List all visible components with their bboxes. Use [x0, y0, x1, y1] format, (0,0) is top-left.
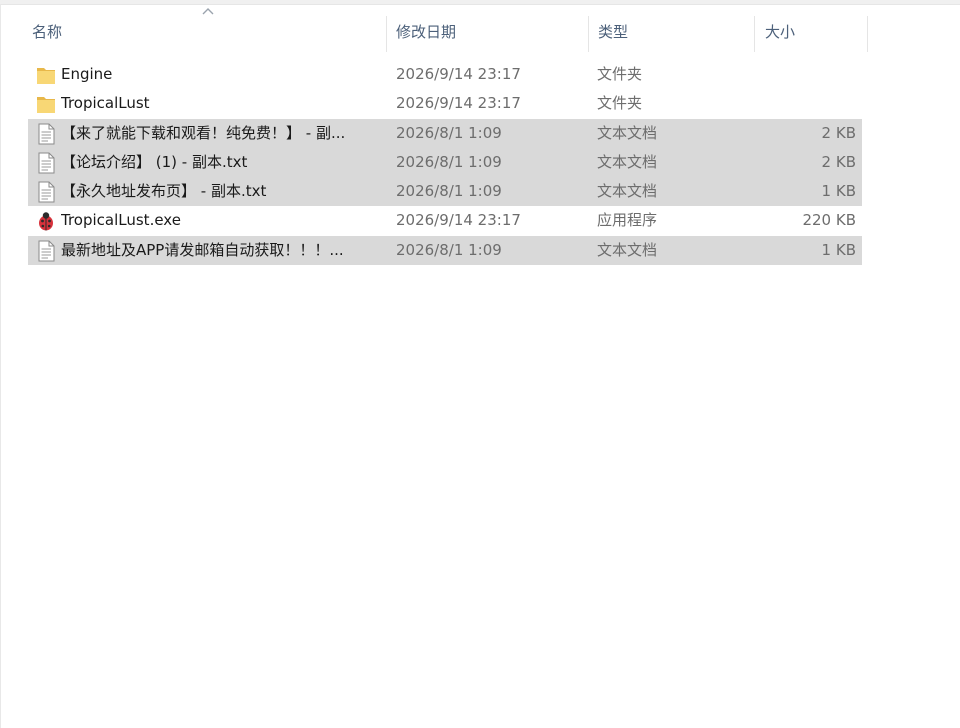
file-modified-date: 2026/8/1 1:09 — [396, 152, 502, 171]
file-type: 应用程序 — [597, 211, 658, 230]
file-name: 【来了就能下载和观看！纯免费！】 - 副... — [61, 123, 346, 142]
column-header-type[interactable]: 类型 — [590, 12, 754, 52]
file-size — [758, 60, 856, 89]
column-header-size-label: 大小 — [765, 23, 796, 41]
file-modified-date: 2026/9/14 23:17 — [396, 94, 521, 113]
ladybug-app-icon — [36, 210, 56, 232]
file-modified-date: 2026/8/1 1:09 — [396, 240, 502, 259]
file-size — [758, 89, 856, 118]
file-modified-date: 2026/9/14 23:17 — [396, 211, 521, 230]
file-row[interactable]: 【论坛介绍】 (1) - 副本.txt 2026/8/1 1:09 文本文档 2 KB — [28, 147, 862, 177]
file-explorer-window: 名称 修改日期 类型 大小 Engine 2026/9/14 23:17 文件夹 Tr… — [0, 0, 960, 728]
column-divider[interactable] — [754, 16, 755, 52]
column-header-date[interactable]: 修改日期 — [388, 12, 588, 52]
column-header-type-label: 类型 — [598, 23, 629, 41]
file-row[interactable]: 【永久地址发布页】 - 副本.txt 2026/8/1 1:09 文本文档 1 KB — [28, 177, 862, 207]
folder-icon — [36, 93, 56, 115]
file-row[interactable]: 最新地址及APP请发邮箱自动获取！！！... 2026/8/1 1:09 文本文档 1… — [28, 235, 862, 265]
file-modified-date: 2026/8/1 1:09 — [396, 182, 502, 201]
column-header-name[interactable]: 名称 — [24, 12, 386, 52]
file-name: 【论坛介绍】 (1) - 副本.txt — [61, 152, 248, 171]
file-size: 220 KB — [802, 211, 856, 230]
file-name: 【永久地址发布页】 - 副本.txt — [61, 182, 267, 201]
text-file-icon — [36, 240, 56, 262]
text-file-icon — [36, 123, 56, 145]
file-size: 1 KB — [821, 182, 856, 201]
file-size: 2 KB — [821, 152, 856, 171]
file-list: Engine 2026/9/14 23:17 文件夹 TropicalLust 2026… — [28, 60, 862, 265]
file-name: TropicalLust — [61, 94, 150, 113]
file-name: TropicalLust.exe — [61, 211, 181, 230]
column-divider[interactable] — [867, 16, 868, 52]
file-name: 最新地址及APP请发邮箱自动获取！！！... — [61, 240, 344, 259]
file-type: 文本文档 — [597, 240, 658, 259]
file-type: 文本文档 — [597, 152, 658, 171]
column-divider[interactable] — [588, 16, 589, 52]
column-header-size[interactable]: 大小 — [757, 12, 867, 52]
file-row[interactable]: 【来了就能下载和观看！纯免费！】 - 副... 2026/8/1 1:09 文本文档… — [28, 118, 862, 148]
column-header-name-label: 名称 — [32, 23, 63, 41]
file-type: 文件夹 — [597, 65, 643, 83]
file-type: 文本文档 — [597, 182, 658, 201]
window-left-edge — [0, 4, 1, 728]
column-header-date-label: 修改日期 — [396, 23, 457, 41]
file-type: 文件夹 — [597, 94, 643, 113]
folder-icon — [36, 64, 56, 86]
file-modified-date: 2026/9/14 23:17 — [396, 65, 521, 83]
file-modified-date: 2026/8/1 1:09 — [396, 123, 502, 142]
file-size: 2 KB — [821, 123, 856, 142]
file-row[interactable]: TropicalLust 2026/9/14 23:17 文件夹 — [28, 89, 862, 118]
column-header-bar: 名称 修改日期 类型 大小 — [24, 8, 874, 52]
column-divider[interactable] — [386, 16, 387, 52]
file-row[interactable]: TropicalLust.exe 2026/9/14 23:17 应用程序 220 K… — [28, 206, 862, 235]
window-top-edge — [0, 0, 960, 5]
file-row[interactable]: Engine 2026/9/14 23:17 文件夹 — [28, 60, 862, 89]
file-name: Engine — [61, 65, 113, 83]
text-file-icon — [36, 152, 56, 174]
text-file-icon — [36, 181, 56, 203]
file-size: 1 KB — [821, 240, 856, 259]
file-type: 文本文档 — [597, 123, 658, 142]
